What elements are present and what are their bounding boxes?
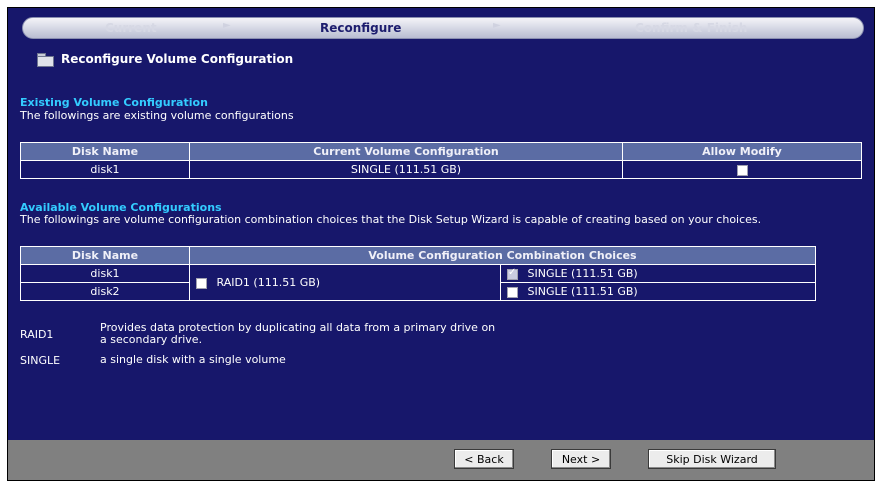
wizard-step-bar: Current ► Reconfigure ► Confirm & Finish xyxy=(22,17,864,39)
wizard-footer: < Back Next > Skip Disk Wizard xyxy=(8,440,874,480)
wizard-frame: Current ► Reconfigure ► Confirm & Finish… xyxy=(7,7,875,481)
legend-term-single: SINGLE xyxy=(20,354,61,367)
step-confirm-finish: Confirm & Finish xyxy=(635,21,748,35)
step-arrow-icon: ► xyxy=(223,20,231,31)
skip-disk-wizard-button[interactable]: Skip Disk Wizard xyxy=(648,449,776,469)
table-header-row: Disk Name Current Volume Configuration A… xyxy=(20,142,862,161)
single-disk1-checkbox[interactable] xyxy=(507,267,518,280)
legend-term-raid1: RAID1 xyxy=(20,328,54,341)
legend-def-raid1: Provides data protection by duplicating … xyxy=(100,322,495,346)
table-header-row: Disk Name Volume Configuration Combinati… xyxy=(20,246,816,265)
raid1-checkbox[interactable] xyxy=(196,277,207,289)
next-button[interactable]: Next > xyxy=(551,449,611,469)
table-row: disk1 RAID1 (111.51 GB) SINGLE (111.51 G… xyxy=(20,264,816,301)
raid1-choice-label: RAID1 (111.51 GB) xyxy=(216,276,321,289)
current-config-cell: SINGLE (111.51 GB) xyxy=(189,160,623,179)
existing-section-title: Existing Volume Configuration xyxy=(20,96,208,109)
folder-icon xyxy=(37,52,54,67)
page-title: Reconfigure Volume Configuration xyxy=(61,52,294,66)
single-choice-cell: SINGLE (111.51 GB) xyxy=(500,264,816,283)
disk-name-cell: disk2 xyxy=(20,282,190,301)
disk-name-cell: disk1 xyxy=(20,160,190,179)
col-disk-name: Disk Name xyxy=(20,142,190,161)
col-combination-choices: Volume Configuration Combination Choices xyxy=(189,246,816,265)
table-row: disk1 SINGLE (111.51 GB) xyxy=(20,160,862,179)
single-choice-label: SINGLE (111.51 GB) xyxy=(527,267,638,280)
available-config-table: Disk Name Volume Configuration Combinati… xyxy=(20,246,816,301)
step-reconfigure: Reconfigure xyxy=(320,21,402,35)
page-title-row: Reconfigure Volume Configuration xyxy=(37,50,293,68)
existing-config-table: Disk Name Current Volume Configuration A… xyxy=(20,142,862,179)
allow-modify-checkbox[interactable] xyxy=(736,164,748,176)
existing-section-description: The followings are existing volume confi… xyxy=(20,109,294,122)
col-current-config: Current Volume Configuration xyxy=(189,142,623,161)
single-choice-cell: SINGLE (111.51 GB) xyxy=(500,282,816,301)
col-disk-name: Disk Name xyxy=(20,246,190,265)
legend-def-single: a single disk with a single volume xyxy=(100,353,286,366)
col-allow-modify: Allow Modify xyxy=(622,142,862,161)
available-section-description: The followings are volume configuration … xyxy=(20,213,762,226)
step-arrow-icon: ► xyxy=(493,20,501,31)
single-disk2-checkbox[interactable] xyxy=(507,286,518,298)
back-button[interactable]: < Back xyxy=(454,449,514,469)
step-current: Current xyxy=(105,21,157,35)
legend-def-line: a secondary drive. xyxy=(100,333,203,346)
disk-name-cell: disk1 xyxy=(20,264,190,283)
allow-modify-cell xyxy=(622,160,862,179)
single-choice-label: SINGLE (111.51 GB) xyxy=(527,285,638,298)
raid1-choice-cell: RAID1 (111.51 GB) xyxy=(189,264,501,301)
